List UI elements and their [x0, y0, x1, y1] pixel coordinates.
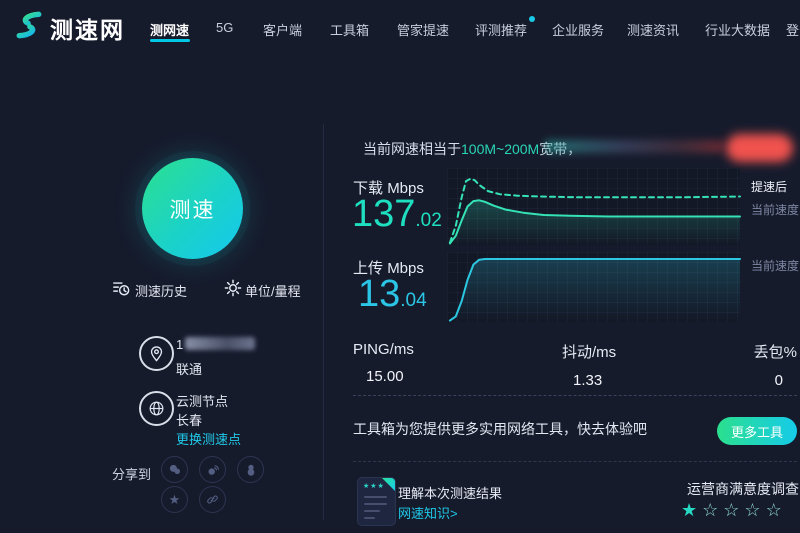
history-link[interactable]: 测速历史 [135, 281, 187, 300]
star-4[interactable]: ☆ [744, 500, 765, 520]
start-test-button[interactable]: 测速 [142, 158, 243, 259]
speed-knowledge-link[interactable]: 网速知识> [398, 503, 458, 522]
banner-prefix: 当前网速相当于 [363, 141, 461, 157]
column-divider [323, 124, 324, 520]
result-explain-title: 理解本次测速结果 [398, 483, 502, 502]
nav-speedtest[interactable]: 测网速 [150, 20, 189, 39]
toolbox-promo-text: 工具箱为您提供更多实用网络工具，快去体验吧 [353, 419, 647, 439]
upload-value-dec: .04 [400, 290, 426, 311]
history-icon [112, 279, 130, 297]
upload-value: 13.04 [358, 275, 427, 313]
jitter-metric: 抖动/ms 1.33 [562, 341, 616, 389]
nav-active-underline [150, 39, 190, 42]
nav-reviews-label: 评测推荐 [475, 23, 527, 38]
report-document-icon[interactable]: ★★★ [357, 477, 396, 526]
qzone-share-icon[interactable]: ★ [161, 486, 188, 513]
change-node-link[interactable]: 更换测速点 [176, 429, 241, 448]
packet-loss-label: 丢包% [700, 341, 797, 362]
packet-loss-value: 0 [700, 372, 797, 389]
start-test-label: 测速 [170, 194, 216, 224]
ping-value: 15.00 [353, 368, 414, 385]
banner-range: 100M~200M [461, 141, 539, 157]
units-range-link[interactable]: 单位/量程 [245, 281, 301, 300]
star-2[interactable]: ☆ [702, 500, 723, 520]
star-5[interactable]: ☆ [766, 500, 787, 520]
ping-label: PING/ms [353, 341, 414, 358]
legend-current-download: 当前速度 [751, 201, 799, 218]
copy-link-share-icon[interactable] [199, 486, 226, 513]
legend-current-upload: 当前速度 [751, 257, 799, 274]
ip-address-redacted [185, 337, 255, 350]
upload-chart [447, 252, 740, 322]
node-title: 云测节点 [176, 391, 228, 410]
download-value-int: 137 [352, 193, 415, 235]
nav-toolbox[interactable]: 工具箱 [330, 20, 369, 39]
wechat-share-icon[interactable] [161, 456, 188, 483]
upload-value-int: 13 [358, 273, 400, 315]
promo-button-redacted[interactable] [726, 134, 793, 162]
ping-metric: PING/ms 15.00 [353, 341, 414, 385]
satisfaction-stars[interactable]: ★☆☆☆☆ [681, 500, 787, 521]
node-city: 长春 [176, 410, 202, 429]
nav-client[interactable]: 客户端 [263, 20, 302, 39]
weibo-share-icon[interactable] [199, 456, 226, 483]
divider-dashed-bottom [353, 461, 797, 462]
download-value-dec: .02 [415, 210, 441, 231]
jitter-label: 抖动/ms [562, 341, 616, 362]
logo-icon[interactable] [13, 9, 45, 41]
share-label: 分享到 [112, 464, 151, 483]
doc-line [364, 517, 375, 519]
packet-loss-metric: 丢包% 0 [700, 341, 797, 389]
gear-icon [224, 279, 242, 297]
nav-reviews[interactable]: 评测推荐 [475, 20, 527, 39]
speedtest-page: 测速网 测网速 5G 客户端 工具箱 管家提速 评测推荐 企业服务 测速资讯 行… [0, 0, 800, 533]
nav-booster[interactable]: 管家提速 [397, 20, 449, 39]
nav-news[interactable]: 测速资讯 [627, 20, 679, 39]
doc-stars: ★★★ [363, 482, 385, 490]
nav-5g[interactable]: 5G [216, 20, 233, 35]
ip-address: 1 [176, 337, 183, 352]
download-value: 137.02 [352, 195, 442, 233]
nav-login[interactable]: 登录 [786, 20, 800, 39]
doc-line [364, 503, 387, 505]
isp-name: 联通 [176, 359, 202, 378]
more-tools-button[interactable]: 更多工具 [717, 417, 797, 445]
isp-survey-title: 运营商满意度调查 [687, 479, 799, 499]
doc-line [364, 510, 380, 512]
nav-bigdata[interactable]: 行业大数据 [705, 20, 770, 39]
qq-share-icon[interactable] [237, 456, 264, 483]
banner-redacted-text [545, 140, 723, 153]
logo-text[interactable]: 测速网 [50, 11, 125, 45]
star-1[interactable]: ★ [681, 500, 702, 520]
star-3[interactable]: ☆ [723, 500, 744, 520]
globe-icon [139, 391, 174, 426]
jitter-value: 1.33 [562, 372, 616, 389]
doc-line [364, 496, 387, 498]
nav-enterprise[interactable]: 企业服务 [552, 20, 604, 39]
divider-dashed-top [353, 395, 797, 396]
legend-after-boost: 提速后 [751, 178, 787, 195]
download-chart [447, 168, 740, 245]
location-pin-icon [139, 336, 174, 371]
new-badge-dot [529, 16, 535, 22]
